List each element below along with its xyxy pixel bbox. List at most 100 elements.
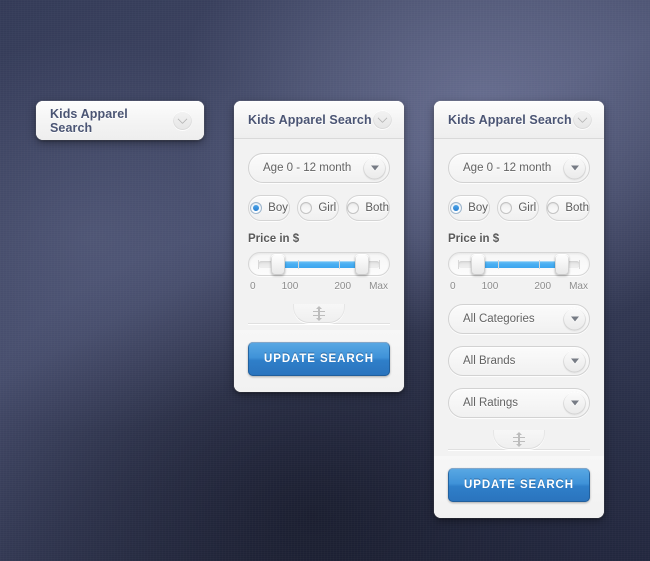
grip-line-1 <box>313 310 325 312</box>
update-search-button[interactable]: UPDATE SEARCH <box>248 342 390 376</box>
radio-indicator-boy <box>450 202 463 214</box>
slider-range-fill <box>477 260 562 268</box>
radio-indicator-both <box>347 202 360 214</box>
grip-line-1 <box>513 436 525 438</box>
slider-tick <box>578 259 580 269</box>
radio-label-boy: Boy <box>268 202 288 214</box>
radio-indicator-girl <box>500 202 513 214</box>
radio-both[interactable]: Both <box>346 195 391 221</box>
slider-tick <box>378 259 380 269</box>
panel-header-large[interactable]: Kids Apparel Search <box>434 101 604 139</box>
update-search-button[interactable]: UPDATE SEARCH <box>448 468 590 502</box>
price-tick-200: 200 <box>334 281 352 292</box>
brands-select[interactable]: All Brands <box>448 346 590 376</box>
gender-radio-group: Boy Girl Both <box>248 195 391 221</box>
panel-header-collapsed[interactable]: Kids Apparel Search <box>36 101 204 140</box>
search-panel-medium: Kids Apparel Search Age 0 - 12 month Boy… <box>234 101 404 392</box>
age-field-large: Age 0 - 12 month <box>448 153 590 183</box>
caret-down-icon[interactable] <box>363 156 386 180</box>
vertical-resize-icon[interactable] <box>493 430 545 449</box>
radio-label-boy: Boy <box>468 202 488 214</box>
caret-glyph <box>370 165 379 171</box>
price-tick-0: 0 <box>450 281 456 292</box>
brands-select-value: All Brands <box>463 355 516 367</box>
radio-label-girl: Girl <box>518 202 537 214</box>
price-range-slider[interactable] <box>248 252 390 276</box>
radio-girl[interactable]: Girl <box>297 195 340 221</box>
panel-footer-large: UPDATE SEARCH <box>434 456 604 518</box>
caret-down-icon[interactable] <box>563 349 586 373</box>
age-select[interactable]: Age 0 - 12 month <box>248 153 390 183</box>
price-tick-200: 200 <box>534 281 552 292</box>
caret-down-icon[interactable] <box>563 307 586 331</box>
resize-grip-glyph <box>312 305 326 321</box>
panel-body-medium: Age 0 - 12 month Boy Girl Both Price in … <box>234 139 404 330</box>
slider-tick <box>458 259 459 269</box>
caret-glyph <box>570 165 579 171</box>
slider-tick <box>498 259 500 269</box>
price-tick-max: Max <box>569 281 588 292</box>
ratings-field: All Ratings <box>448 388 590 418</box>
price-scale-large: 0 100 200 Max <box>448 281 590 292</box>
vertical-resize-icon[interactable] <box>293 304 345 323</box>
chevron-glyph <box>577 113 588 124</box>
radio-girl[interactable]: Girl <box>497 195 540 221</box>
chevron-down-icon[interactable] <box>573 110 592 129</box>
gender-radio-group-large: Boy Girl Both <box>448 195 591 221</box>
age-select-value: Age 0 - 12 month <box>463 162 552 174</box>
price-tick-100: 100 <box>281 281 299 292</box>
price-tick-max: Max <box>369 281 388 292</box>
radio-label-both: Both <box>365 202 390 214</box>
price-field-medium: Price in $ 0 100 200 Max <box>248 233 390 292</box>
search-panel-collapsed: Kids Apparel Search <box>36 101 204 140</box>
grip-line-2 <box>513 440 525 442</box>
slider-tick <box>258 259 259 269</box>
chevron-down-icon[interactable] <box>373 110 392 129</box>
slider-tick <box>538 259 540 269</box>
slider-tick <box>298 259 300 269</box>
chevron-glyph <box>177 114 188 125</box>
price-scale-medium: 0 100 200 Max <box>248 281 390 292</box>
arrow-down <box>315 317 322 321</box>
price-label: Price in $ <box>448 233 500 245</box>
slider-handle-min[interactable] <box>270 253 285 275</box>
categories-select[interactable]: All Categories <box>448 304 590 334</box>
ratings-select-value: All Ratings <box>463 397 518 409</box>
price-range-slider[interactable] <box>448 252 590 276</box>
panel-header-medium[interactable]: Kids Apparel Search <box>234 101 404 139</box>
price-field-large: Price in $ 0 100 200 Max <box>448 233 590 292</box>
chevron-glyph <box>377 113 388 124</box>
categories-field: All Categories <box>448 304 590 334</box>
radio-both[interactable]: Both <box>546 195 591 221</box>
panel-footer-medium: UPDATE SEARCH <box>234 330 404 392</box>
resize-area-medium <box>248 304 390 330</box>
radio-boy[interactable]: Boy <box>448 195 491 221</box>
panel-title-medium: Kids Apparel Search <box>248 112 372 127</box>
grip-line-2 <box>313 314 325 316</box>
page-title: Kids Apparel Search <box>50 106 128 135</box>
categories-select-value: All Categories <box>463 313 535 325</box>
radio-indicator-girl <box>300 202 313 214</box>
slider-handle-max[interactable] <box>354 253 369 275</box>
price-tick-0: 0 <box>250 281 256 292</box>
age-field: Age 0 - 12 month <box>248 153 390 183</box>
panel-title-large: Kids Apparel Search <box>448 112 572 127</box>
slider-handle-min[interactable] <box>470 253 485 275</box>
caret-down-icon[interactable] <box>563 391 586 415</box>
chevron-down-icon[interactable] <box>173 111 192 130</box>
ratings-select[interactable]: All Ratings <box>448 388 590 418</box>
radio-indicator-both <box>547 202 560 214</box>
caret-glyph <box>570 358 579 364</box>
price-tick-100: 100 <box>481 281 499 292</box>
caret-down-icon[interactable] <box>563 156 586 180</box>
resize-grip-glyph <box>512 431 526 447</box>
age-select-value: Age 0 - 12 month <box>263 162 352 174</box>
search-panel-large: Kids Apparel Search Age 0 - 12 month Boy… <box>434 101 604 518</box>
slider-range-fill <box>277 260 362 268</box>
age-select[interactable]: Age 0 - 12 month <box>448 153 590 183</box>
brands-field: All Brands <box>448 346 590 376</box>
radio-boy[interactable]: Boy <box>248 195 291 221</box>
caret-glyph <box>570 316 579 322</box>
slider-handle-max[interactable] <box>554 253 569 275</box>
caret-glyph <box>570 400 579 406</box>
